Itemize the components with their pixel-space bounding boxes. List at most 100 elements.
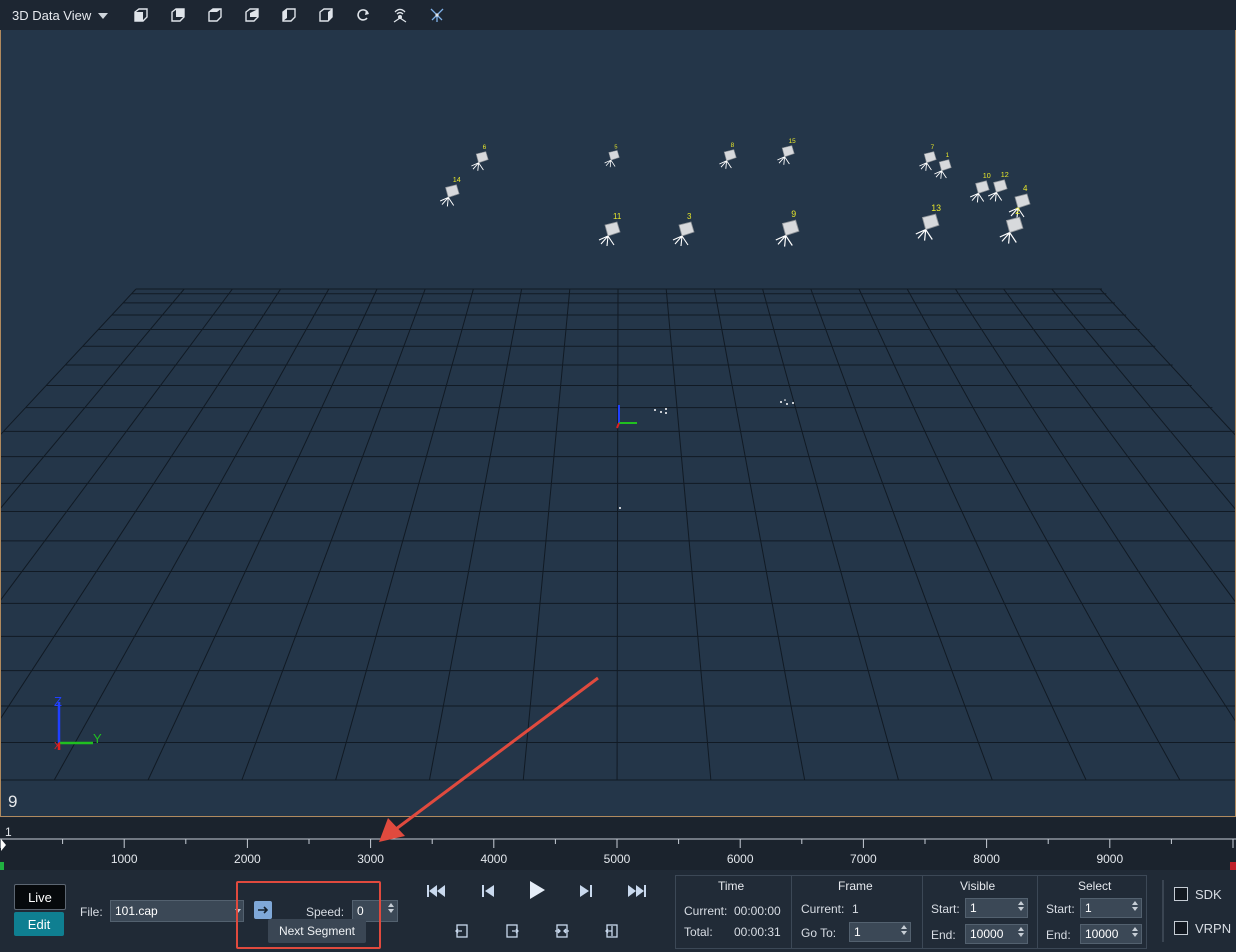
sdk-checkbox[interactable] (1174, 887, 1188, 901)
camera-8[interactable]: 8 (719, 142, 737, 169)
play-button[interactable] (525, 879, 549, 901)
step-forward-icon (580, 885, 592, 897)
time-current-label: Current: (684, 904, 728, 918)
split-segment-button[interactable] (600, 920, 624, 942)
view-right-icon[interactable] (317, 6, 335, 24)
camera-label: 4 (1023, 184, 1028, 193)
go-to-start-button[interactable] (425, 880, 449, 902)
visible-start-label: Start: (931, 902, 960, 916)
frame-current-value: 1 (852, 902, 859, 916)
axis-z-label: Z (54, 694, 62, 709)
camera-5[interactable]: 5 (604, 144, 620, 168)
file-select-value: 101.cap (115, 904, 158, 918)
frame-current-label: Current: (801, 902, 845, 916)
select-end-label: End: (1046, 928, 1071, 942)
visible-end-value: 10000 (970, 927, 1004, 941)
skip-to-end-icon (628, 885, 646, 897)
playhead (1, 839, 6, 851)
frame-number-overlay: 9 (8, 792, 18, 811)
floor-grid (1, 288, 1235, 781)
view-top-icon[interactable] (206, 6, 224, 24)
time-total-label: Total: (684, 925, 713, 939)
camera-10[interactable]: 10 (969, 171, 991, 203)
camera-12[interactable]: 12 (987, 170, 1009, 202)
tracking-mode-icon[interactable] (428, 6, 446, 24)
jump-to-segment-start-button[interactable] (450, 920, 474, 942)
camera-14[interactable]: 14 (439, 175, 461, 207)
vrpn-label: VRPN (1195, 921, 1232, 936)
step-back-icon (482, 885, 494, 897)
timeline-start-marker (0, 862, 4, 870)
time-current-value: 00:00:00 (734, 904, 781, 918)
camera-label: 15 (789, 138, 797, 145)
timeline-tick-label: 8000 (973, 852, 1000, 866)
go-to-end-button[interactable] (624, 880, 648, 902)
segment-start-icon (455, 924, 468, 938)
file-select[interactable]: 101.cap (110, 900, 244, 922)
timeline-tick-label: 2000 (234, 852, 261, 866)
vrpn-checkbox[interactable] (1174, 921, 1188, 935)
camera-9[interactable]: 9 (775, 209, 800, 247)
camera-label: 8 (731, 142, 735, 149)
view-left-icon[interactable] (280, 6, 298, 24)
next-frame-button[interactable] (574, 880, 598, 902)
camera-group: 6 14 5 8 15 7 1 10 12 4 11 3 9 13 2 (439, 138, 1031, 247)
visible-start-stepper[interactable]: 1 (965, 898, 1028, 918)
frame-goto-value: 1 (854, 925, 861, 939)
visible-end-stepper[interactable]: 10000 (965, 924, 1028, 944)
trim-segment-button[interactable] (550, 920, 574, 942)
frame-panel-title: Frame (838, 879, 873, 893)
camera-11[interactable]: 11 (598, 212, 622, 247)
markers (619, 399, 794, 509)
timeline-tick-label: 3000 (357, 852, 384, 866)
view-title[interactable]: 3D Data View (12, 8, 91, 23)
select-start-value: 1 (1085, 901, 1092, 915)
camera-3[interactable]: 3 (672, 212, 695, 247)
previous-frame-button[interactable] (476, 880, 500, 902)
camera-15[interactable]: 15 (777, 138, 796, 165)
3d-viewport[interactable]: 6 14 5 8 15 7 1 10 12 4 11 3 9 13 2 (0, 30, 1236, 817)
camera-mode-icon[interactable] (391, 6, 409, 24)
play-icon (530, 881, 545, 899)
visible-start-value: 1 (970, 901, 977, 915)
sdk-label: SDK (1195, 887, 1222, 902)
live-button[interactable]: Live (14, 884, 66, 910)
select-panel-title: Select (1078, 879, 1112, 893)
timeline-tick-label: 6000 (726, 852, 754, 866)
camera-label: 5 (614, 144, 617, 150)
frame-goto-label: Go To: (801, 926, 837, 940)
camera-6[interactable]: 6 (471, 144, 489, 171)
camera-label: 12 (1001, 170, 1009, 179)
camera-1[interactable]: 1 (934, 152, 952, 179)
3d-scene[interactable]: 6 14 5 8 15 7 1 10 12 4 11 3 9 13 2 (1, 30, 1235, 816)
frame-goto-stepper[interactable]: 1 (849, 922, 911, 942)
camera-label: 14 (453, 175, 461, 184)
edit-button[interactable]: Edit (14, 912, 64, 936)
reset-view-icon[interactable] (354, 6, 372, 24)
segment-end-icon (506, 924, 519, 938)
select-end-value: 10000 (1085, 927, 1119, 941)
view-back-icon[interactable] (169, 6, 187, 24)
jump-to-segment-end-button[interactable] (500, 920, 524, 942)
select-start-stepper[interactable]: 1 (1080, 898, 1142, 918)
camera-7[interactable]: 7 (919, 144, 937, 171)
chevron-down-icon[interactable] (98, 13, 108, 19)
camera-label: 7 (931, 144, 935, 151)
view-front-icon[interactable] (132, 6, 150, 24)
timeline-end-marker (1230, 862, 1236, 870)
view-bottom-icon[interactable] (243, 6, 261, 24)
select-end-stepper[interactable]: 10000 (1080, 924, 1142, 944)
divider (1162, 880, 1164, 942)
time-total-value: 00:00:31 (734, 925, 781, 939)
time-panel-title: Time (718, 879, 745, 893)
visible-end-label: End: (931, 928, 956, 942)
camera-label: 9 (791, 209, 796, 219)
file-label: File: (80, 905, 103, 919)
camera-13[interactable]: 13 (915, 203, 941, 241)
camera-label: 11 (613, 212, 622, 221)
timeline-tick-label: 5000 (603, 852, 631, 866)
trim-icon (555, 924, 569, 938)
axis-y-label: Y (93, 731, 102, 746)
visible-panel-title: Visible (960, 879, 996, 893)
camera-label: 1 (946, 152, 950, 159)
